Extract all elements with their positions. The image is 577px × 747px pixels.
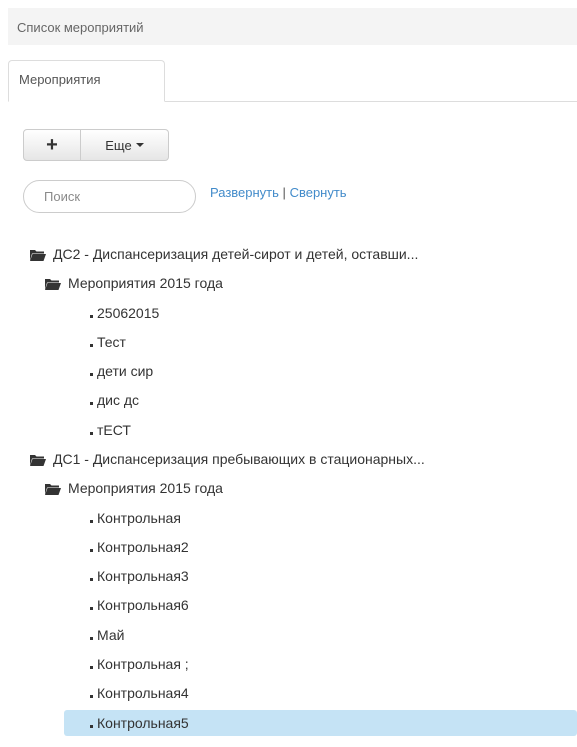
bullet-icon xyxy=(90,432,93,435)
add-button[interactable]: + xyxy=(23,129,81,161)
panel-title-text: Список мероприятий xyxy=(17,20,144,35)
tree-node-label: Мероприятия 2015 года xyxy=(68,480,223,496)
tree-node-label: ДС2 - Диспансеризация детей-сирот и дете… xyxy=(53,246,419,262)
tree-folder-node[interactable]: ДС1 - Диспансеризация пребывающих в стац… xyxy=(30,446,425,472)
more-label: Еще xyxy=(105,137,132,153)
bullet-icon xyxy=(90,637,93,640)
plus-icon: + xyxy=(46,133,58,156)
bullet-icon xyxy=(90,725,93,728)
folder-open-icon xyxy=(30,248,46,261)
bullet-icon xyxy=(90,402,93,405)
tab-events[interactable]: Мероприятия xyxy=(8,60,165,102)
tree-leaf-node[interactable]: Контрольная ; xyxy=(90,651,189,677)
tree-leaf-node[interactable]: Контрольная xyxy=(90,505,181,531)
panel-title: Список мероприятий xyxy=(8,8,577,45)
more-dropdown-button[interactable]: Еще xyxy=(81,129,169,161)
caret-down-icon xyxy=(135,143,144,147)
tree-leaf-node[interactable]: Тест xyxy=(90,329,126,355)
search-input[interactable] xyxy=(23,180,196,213)
tree-leaf-node[interactable]: Контрольная4 xyxy=(90,680,189,706)
tree-leaf-node[interactable]: тЕСТ xyxy=(90,417,131,443)
folder-open-icon xyxy=(45,277,61,290)
tree-leaf-node[interactable]: дис дс xyxy=(90,387,139,413)
tree-node-label: Контрольная2 xyxy=(97,539,189,555)
tree-folder-node[interactable]: ДС2 - Диспансеризация детей-сирот и дете… xyxy=(30,241,418,267)
toolbar: + Еще xyxy=(23,129,169,161)
tree-node-label: дис дс xyxy=(97,392,140,408)
tree-node-label: дети сир xyxy=(97,363,154,379)
tree-folder-node[interactable]: Мероприятия 2015 года xyxy=(45,270,223,296)
folder-open-icon xyxy=(45,482,61,495)
bullet-icon xyxy=(90,520,93,523)
bullet-icon xyxy=(90,607,93,610)
bullet-icon xyxy=(90,344,93,347)
tree-node-label: Контрольная6 xyxy=(97,597,189,613)
collapse-all-link[interactable]: Свернуть xyxy=(290,185,347,200)
bullet-icon xyxy=(90,549,93,552)
tree-node-label: Контрольная3 xyxy=(97,568,189,584)
tree-node-label: Контрольная xyxy=(97,510,181,526)
tree-node-label: Контрольная ; xyxy=(97,656,189,672)
tree-leaf-node[interactable]: Май xyxy=(90,622,124,648)
tab-bar: Мероприятия xyxy=(8,60,577,102)
tree-node-label: ДС1 - Диспансеризация пребывающих в стац… xyxy=(53,451,425,467)
tab-events-label: Мероприятия xyxy=(19,72,101,87)
tree-folder-node[interactable]: Мероприятия 2015 года xyxy=(45,475,223,501)
link-separator: | xyxy=(282,185,286,200)
tree-node-label: 25062015 xyxy=(97,305,160,321)
tree-node-label: Май xyxy=(97,627,125,643)
tree-node-label: Тест xyxy=(97,334,126,350)
tree-leaf-node[interactable]: дети сир xyxy=(90,358,153,384)
tree-node-label: Контрольная5 xyxy=(97,715,189,731)
tree-leaf-node[interactable]: Контрольная2 xyxy=(90,534,189,560)
bullet-icon xyxy=(90,373,93,376)
expand-collapse-links: Развернуть | Свернуть xyxy=(210,185,347,200)
bullet-icon xyxy=(90,666,93,669)
folder-open-icon xyxy=(30,453,46,466)
tree-leaf-node[interactable]: Контрольная3 xyxy=(90,563,189,589)
bullet-icon xyxy=(90,578,93,581)
tree-node-label: Контрольная4 xyxy=(97,685,189,701)
tree-node-label: Мероприятия 2015 года xyxy=(68,275,223,291)
tree-leaf-node[interactable]: 25062015 xyxy=(90,300,159,326)
expand-all-link[interactable]: Развернуть xyxy=(210,185,279,200)
bullet-icon xyxy=(90,315,93,318)
tree-node-label: тЕСТ xyxy=(97,422,131,438)
bullet-icon xyxy=(90,695,93,698)
tree-leaf-node[interactable]: Контрольная6 xyxy=(90,592,189,618)
tree-leaf-node[interactable]: Контрольная5 xyxy=(64,710,577,736)
